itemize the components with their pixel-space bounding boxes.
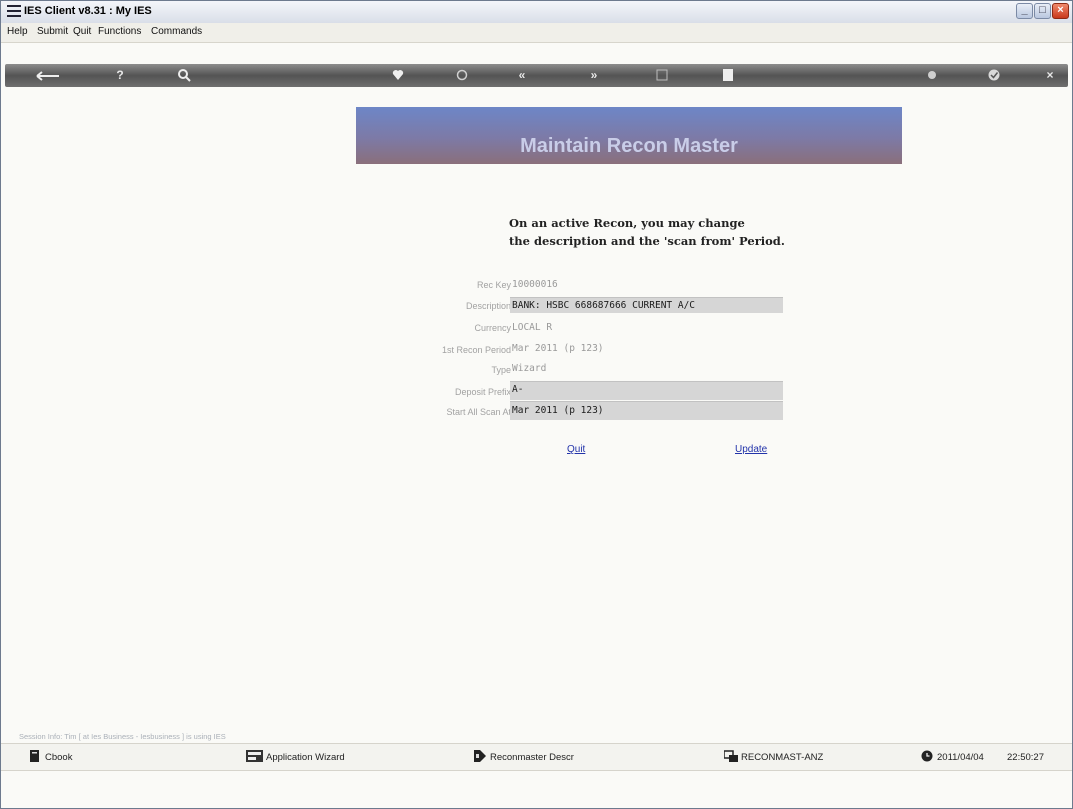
page-title: Maintain Recon Master: [520, 135, 738, 157]
rec-key-value: 10000016: [512, 279, 558, 290]
status-bar: Cbook Application Wizard Reconmaster Des…: [1, 743, 1072, 771]
type-label: Type: [491, 365, 511, 375]
title-bar: IES Client v8.31 : My IES _ □ ×: [1, 1, 1072, 24]
menu-commands[interactable]: Commands: [151, 26, 202, 37]
deposit-prefix-value: A-: [512, 384, 524, 395]
rec-key-label: Rec Key: [476, 280, 511, 290]
currency-value: LOCAL R: [512, 322, 553, 333]
first-recon-period-value: Mar 2011 (p 123): [512, 343, 604, 354]
description-value: BANK: HSBC 668687666 CURRENT A/C: [512, 300, 696, 311]
maximize-button[interactable]: □: [1034, 3, 1051, 19]
menu-help[interactable]: Help: [7, 26, 28, 37]
status-cbook[interactable]: Cbook: [45, 752, 72, 763]
app-window: IES Client v8.31 : My IES _ □ × Help Sub…: [0, 0, 1073, 809]
type-value: Wizard: [512, 363, 547, 374]
program-icon: [724, 750, 738, 762]
session-info: Session Info: Tim [ at Ies Business - Ie…: [19, 732, 226, 741]
wizard-icon: [246, 750, 263, 762]
start-all-scan-label: Start All Scan At: [446, 407, 511, 417]
menu-bar: Help Submit Quit Functions Commands: [1, 23, 1072, 43]
status-date: 2011/04/04: [937, 752, 984, 763]
descr-arrow-icon: [474, 750, 486, 762]
next-icon[interactable]: »: [587, 68, 601, 82]
toolbar: ? « » ×: [5, 64, 1068, 87]
ok-check-icon[interactable]: [987, 68, 1001, 82]
grid-icon[interactable]: [655, 68, 669, 82]
menu-submit[interactable]: Submit: [37, 26, 68, 37]
deposit-prefix-field: A-: [510, 381, 783, 400]
menu-functions[interactable]: Functions: [98, 26, 141, 37]
update-link[interactable]: Update: [735, 444, 767, 455]
page-banner: Maintain Recon Master: [356, 107, 902, 164]
back-arrow-icon[interactable]: [35, 69, 61, 83]
search-icon[interactable]: [177, 68, 191, 82]
refresh-icon[interactable]: [455, 68, 469, 82]
description-field[interactable]: BANK: HSBC 668687666 CURRENT A/C: [510, 297, 783, 313]
menu-quit[interactable]: Quit: [73, 26, 91, 37]
heart-icon[interactable]: [391, 68, 405, 82]
status-program: RECONMAST-ANZ: [741, 752, 824, 763]
intro-line-2: the description and the 'scan from' Peri…: [509, 234, 785, 248]
app-icon: [7, 5, 21, 17]
start-all-scan-field[interactable]: Mar 2011 (p 123): [510, 401, 783, 420]
previous-icon[interactable]: «: [515, 68, 529, 82]
clock-icon: [921, 750, 933, 762]
status-time: 22:50:27: [1007, 752, 1044, 763]
help-icon[interactable]: ?: [113, 68, 127, 82]
intro-line-1: On an active Recon, you may change: [509, 216, 745, 230]
minimize-button[interactable]: _: [1016, 3, 1033, 19]
cancel-icon[interactable]: ×: [1043, 68, 1057, 82]
deposit-prefix-label: Deposit Prefix: [454, 387, 511, 397]
status-application-wizard[interactable]: Application Wizard: [266, 752, 345, 763]
start-all-scan-value: Mar 2011 (p 123): [512, 405, 604, 416]
close-window-button[interactable]: ×: [1052, 3, 1069, 19]
book-icon: [30, 750, 39, 762]
first-recon-period-label: 1st Recon Period: [441, 345, 511, 355]
status-recon-descr[interactable]: Reconmaster Descr: [490, 752, 574, 763]
currency-label: Currency: [474, 323, 511, 333]
description-label: Description: [465, 301, 511, 311]
window-title: IES Client v8.31 : My IES: [24, 5, 152, 17]
quit-link[interactable]: Quit: [567, 444, 585, 455]
document-icon[interactable]: [721, 68, 735, 82]
flag-icon[interactable]: [925, 68, 939, 82]
intro-text: On an active Recon, you may change the d…: [509, 214, 785, 250]
